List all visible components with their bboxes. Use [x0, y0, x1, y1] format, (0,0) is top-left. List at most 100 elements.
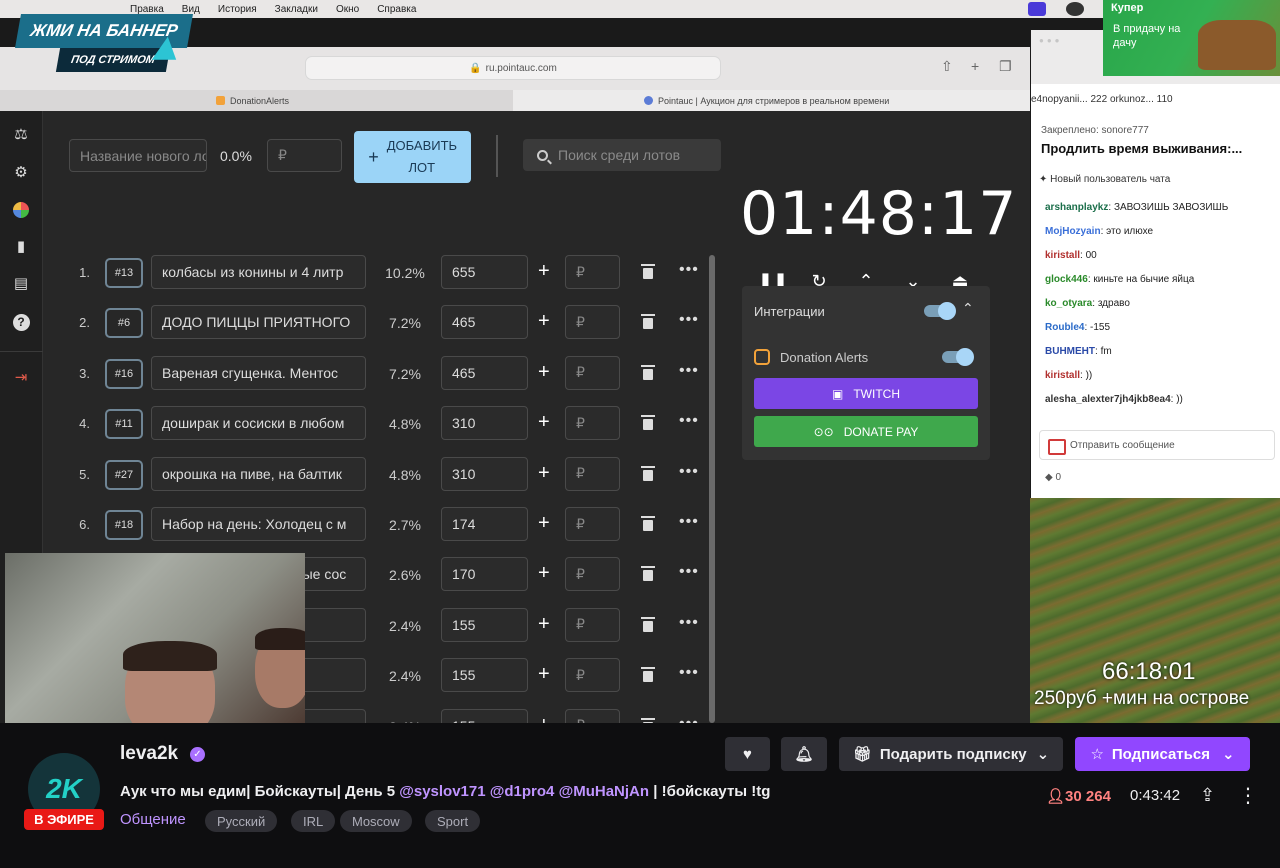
tag-irl[interactable]: IRL: [291, 810, 336, 832]
twitch-button[interactable]: ▣ TWITCH: [754, 378, 978, 409]
menu-window[interactable]: Окно: [336, 4, 359, 15]
add-amount-icon[interactable]: +: [538, 462, 550, 485]
add-amount-icon[interactable]: +: [538, 663, 550, 686]
lot-add-input[interactable]: ₽: [565, 607, 620, 642]
ad-banner[interactable]: Купер В придачу на дачу: [1103, 0, 1280, 76]
help-icon[interactable]: ?: [10, 311, 32, 333]
share-icon[interactable]: ⇧: [941, 58, 953, 75]
chat-username[interactable]: kiristall: [1045, 250, 1080, 261]
lot-add-input[interactable]: ₽: [565, 456, 620, 491]
gift-sub-button[interactable]: 🎁︎ Подарить подписку ⌄: [839, 737, 1063, 771]
screen-share-icon[interactable]: [1028, 2, 1046, 16]
lot-add-input[interactable]: ₽: [565, 708, 620, 723]
lot-name-input[interactable]: колбасы из конины и 4 литр: [151, 255, 366, 289]
mention-link[interactable]: @MuHaNjAn: [559, 783, 649, 800]
new-lot-amount-input[interactable]: ₽: [267, 139, 342, 172]
share-icon[interactable]: ⇪: [1200, 785, 1215, 806]
delete-icon[interactable]: [641, 364, 655, 380]
chat-username[interactable]: arshanplaykz: [1045, 202, 1108, 213]
delete-icon[interactable]: [641, 415, 655, 431]
add-amount-icon[interactable]: +: [538, 714, 550, 723]
lot-amount-input[interactable]: 155: [441, 708, 528, 723]
mention-link[interactable]: @d1pro4: [490, 783, 555, 800]
tag-moscow[interactable]: Moscow: [340, 810, 412, 832]
chat-username[interactable]: Rouble4: [1045, 322, 1084, 333]
new-tab-icon[interactable]: +: [971, 58, 979, 74]
more-icon[interactable]: •••: [679, 664, 699, 682]
menu-help[interactable]: Справка: [377, 4, 416, 15]
chat-points[interactable]: ◆ 0: [1045, 472, 1061, 483]
lot-amount-input[interactable]: 310: [441, 456, 528, 491]
delete-icon[interactable]: [641, 516, 655, 531]
donation-alerts-toggle[interactable]: [942, 348, 974, 366]
stats-icon[interactable]: ▮: [10, 235, 32, 257]
lot-list-scrollbar[interactable]: [709, 255, 715, 723]
integrations-toggle[interactable]: [924, 302, 956, 320]
app-status-icon[interactable]: [1066, 2, 1084, 16]
delete-icon[interactable]: [641, 566, 655, 582]
more-icon[interactable]: •••: [679, 563, 699, 581]
pinned-message[interactable]: Закреплено: sonore777 Продлить время выж…: [1041, 125, 1276, 167]
lot-amount-input[interactable]: 465: [441, 305, 528, 340]
lot-amount-input[interactable]: 655: [441, 255, 528, 289]
channel-name[interactable]: leva2k: [120, 743, 178, 765]
add-amount-icon[interactable]: +: [538, 411, 550, 434]
delete-icon[interactable]: [641, 667, 655, 683]
menu-edit[interactable]: Правка: [130, 4, 164, 15]
chevron-up-icon[interactable]: ⌃: [962, 300, 974, 317]
delete-icon[interactable]: [641, 264, 655, 279]
lot-name-input[interactable]: доширак и сосиски в любом: [151, 406, 366, 441]
add-amount-icon[interactable]: +: [538, 562, 550, 585]
lot-name-input[interactable]: окрошка на пиве, на балтик: [151, 456, 366, 491]
lot-amount-input[interactable]: 155: [441, 607, 528, 642]
window-controls[interactable]: ●●●: [1039, 36, 1063, 45]
chat-username[interactable]: kiristall: [1045, 370, 1080, 381]
delete-icon[interactable]: [641, 616, 655, 632]
tag-russian[interactable]: Русский: [205, 810, 278, 832]
more-icon[interactable]: •••: [679, 715, 699, 723]
gavel-icon[interactable]: ⚖: [10, 123, 32, 145]
add-amount-icon[interactable]: +: [538, 512, 550, 535]
tag-sport[interactable]: Sport: [425, 810, 481, 832]
logout-icon[interactable]: ⇥: [10, 366, 32, 388]
more-icon[interactable]: •••: [679, 513, 699, 531]
lot-add-input[interactable]: ₽: [565, 557, 620, 592]
more-icon[interactable]: •••: [679, 261, 699, 279]
overlay-banner[interactable]: ЖМИ НА БАННЕР ПОД СТРИМОМ: [8, 14, 198, 84]
lot-add-input[interactable]: ₽: [565, 355, 620, 390]
add-amount-icon[interactable]: +: [538, 260, 550, 283]
lot-amount-input[interactable]: 155: [441, 658, 528, 693]
donatepay-button[interactable]: ⊙⊙ DONATE PAY: [754, 416, 978, 447]
notifications-button[interactable]: 🔔︎: [781, 737, 827, 771]
chat-username[interactable]: MojHozyain: [1045, 226, 1101, 237]
address-bar[interactable]: 🔒 ru.pointauc.com: [305, 56, 721, 80]
add-amount-icon[interactable]: +: [538, 310, 550, 333]
menu-bookmarks[interactable]: Закладки: [275, 4, 318, 15]
settings-icon[interactable]: ⚙: [10, 161, 32, 183]
chat-input[interactable]: Отправить сообщение: [1039, 430, 1275, 460]
follow-button[interactable]: ♥: [725, 737, 770, 771]
subscribe-button[interactable]: ☆ Подписаться ⌄: [1075, 737, 1250, 771]
lot-add-input[interactable]: ₽: [565, 507, 620, 541]
lot-amount-input[interactable]: 465: [441, 355, 528, 390]
lot-add-input[interactable]: ₽: [565, 406, 620, 441]
delete-icon[interactable]: [641, 465, 655, 481]
lot-name-input[interactable]: Вареная сгущенка. Ментос: [151, 355, 366, 390]
new-lot-name-input[interactable]: Название нового лота: [69, 139, 207, 172]
stream-category[interactable]: Общение: [120, 811, 186, 828]
menu-history[interactable]: История: [218, 4, 257, 15]
lot-amount-input[interactable]: 310: [441, 406, 528, 441]
menu-view[interactable]: Вид: [182, 4, 200, 15]
more-icon[interactable]: •••: [679, 311, 699, 329]
tab-donationalerts[interactable]: DonationAlerts: [0, 90, 512, 111]
chat-username[interactable]: ko_otyara: [1045, 298, 1092, 309]
more-icon[interactable]: •••: [679, 412, 699, 430]
more-options-icon[interactable]: ⋮: [1238, 783, 1258, 808]
lot-add-input[interactable]: ₽: [565, 658, 620, 693]
lot-amount-input[interactable]: 174: [441, 507, 528, 541]
chat-username[interactable]: BUHMEHT: [1045, 346, 1095, 357]
lot-search-input[interactable]: Поиск среди лотов: [523, 139, 721, 171]
add-lot-button[interactable]: + ДОБАВИТЬ ЛОТ: [354, 131, 471, 183]
chat-username[interactable]: alesha_alexter7jh4jkb8ea4: [1045, 394, 1171, 405]
more-icon[interactable]: •••: [679, 463, 699, 481]
